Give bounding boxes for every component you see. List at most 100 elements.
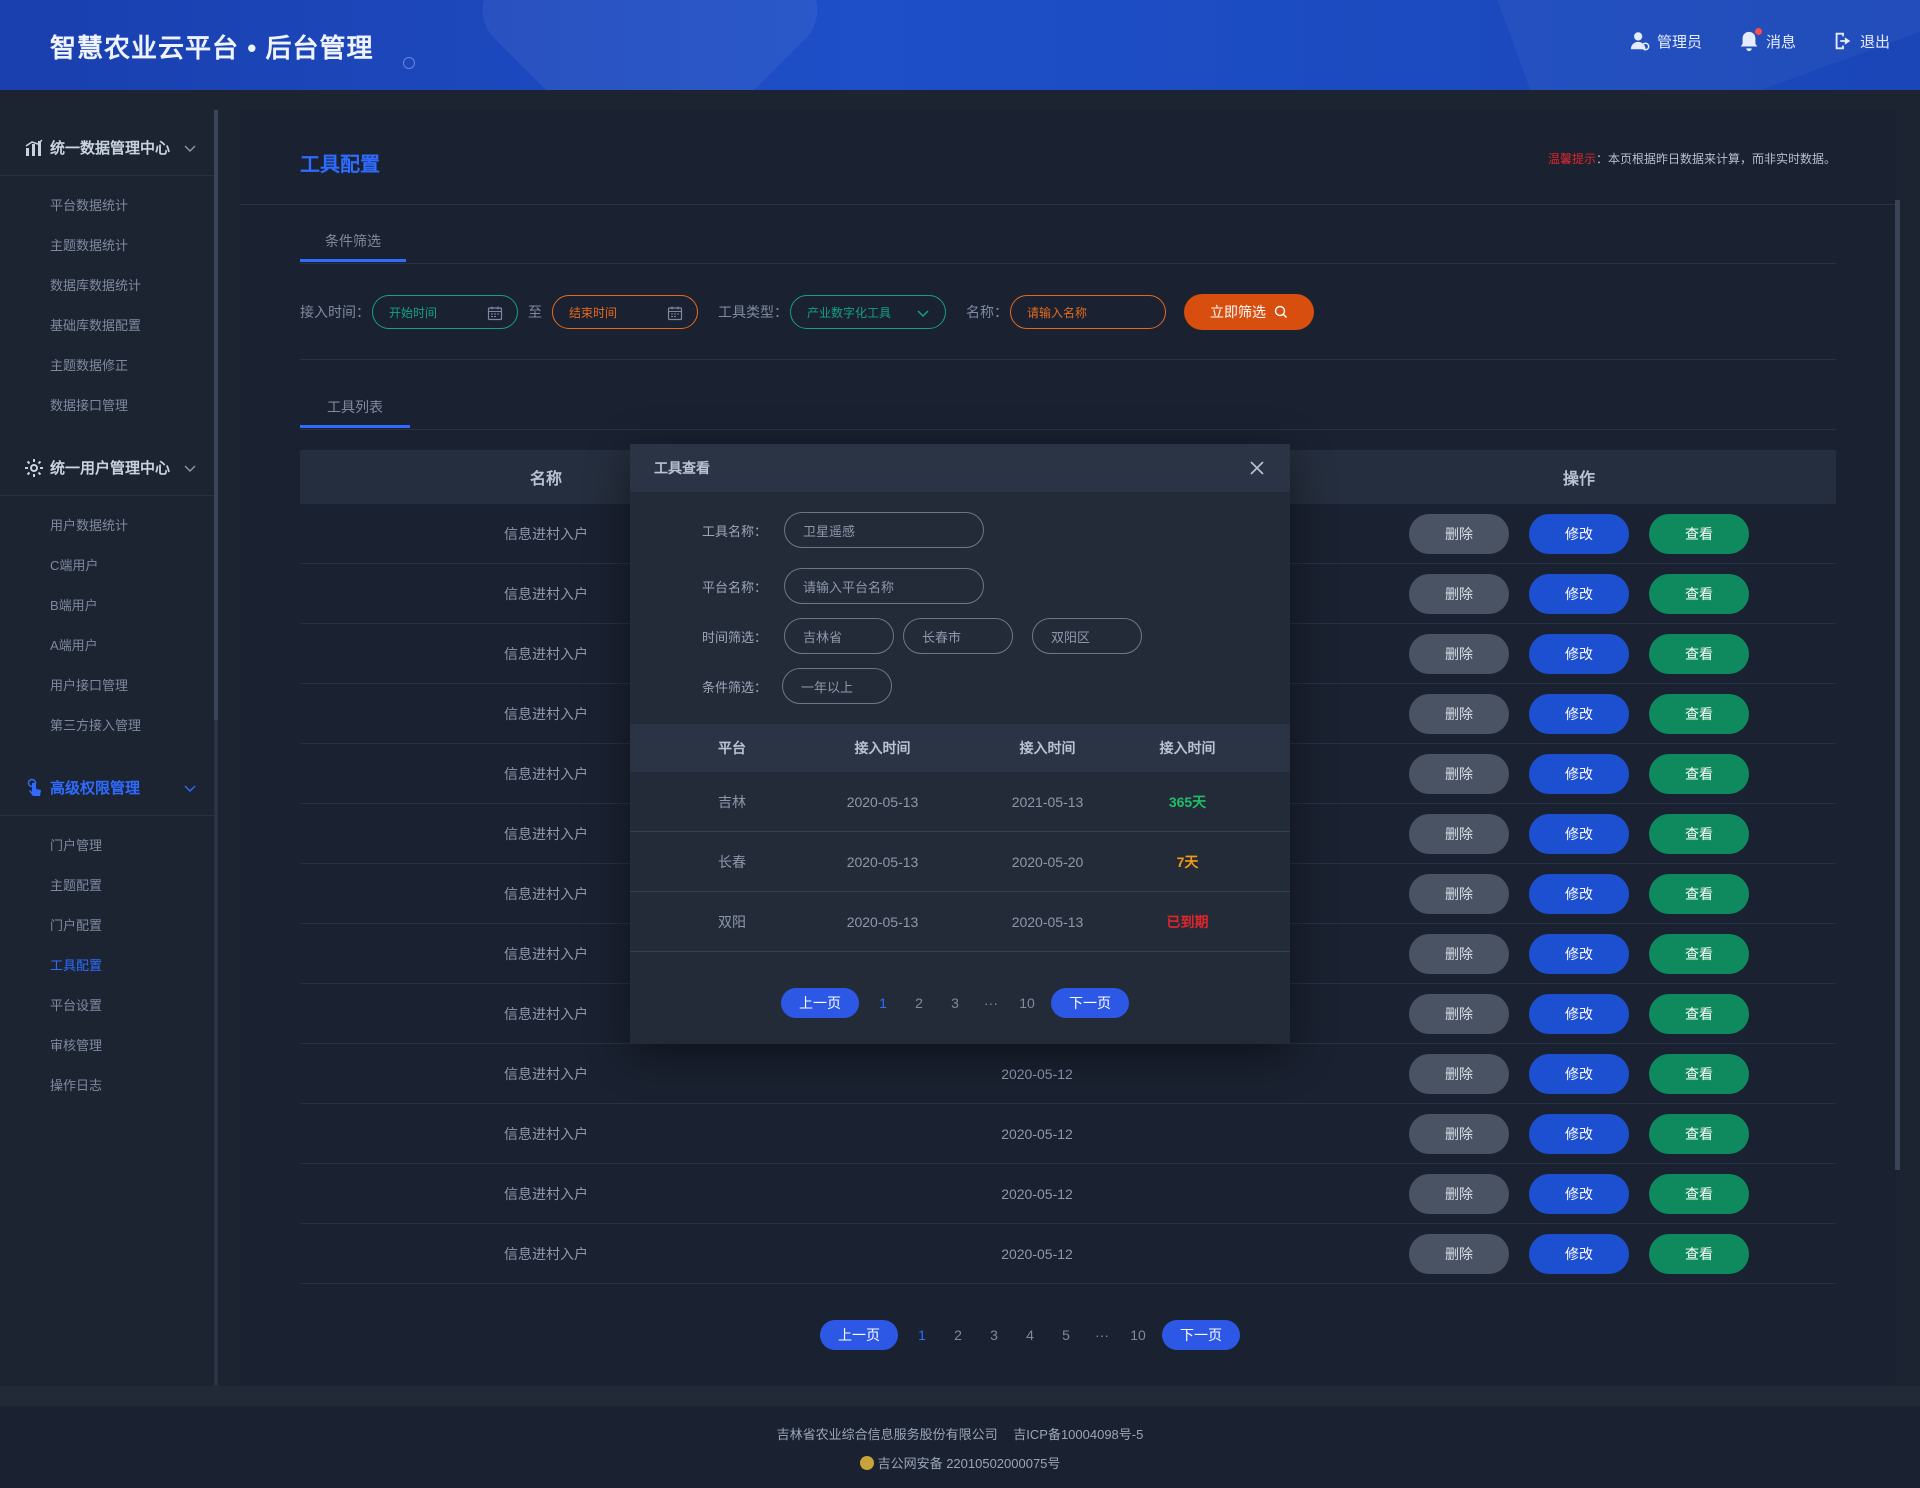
edit-button[interactable]: 修改	[1529, 573, 1629, 614]
view-button[interactable]: 查看	[1649, 1113, 1749, 1154]
tab-tool-list[interactable]: 工具列表	[300, 386, 410, 428]
district-select[interactable]: 双阳区	[1032, 618, 1142, 654]
delete-button[interactable]: 删除	[1409, 693, 1509, 734]
edit-button[interactable]: 修改	[1529, 1053, 1629, 1094]
edit-button[interactable]: 修改	[1529, 693, 1629, 734]
edit-button[interactable]: 修改	[1529, 513, 1629, 554]
logout-button[interactable]: 退出	[1832, 30, 1890, 52]
view-button[interactable]: 查看	[1649, 633, 1749, 674]
province-select[interactable]: 吉林省	[784, 618, 894, 654]
page-2[interactable]: 2	[940, 1327, 976, 1343]
type-label: 工具类型：	[718, 304, 788, 320]
view-button[interactable]: 查看	[1649, 1173, 1749, 1214]
row-actions: 删除 修改 查看	[1282, 1053, 1836, 1094]
view-button[interactable]: 查看	[1649, 813, 1749, 854]
modal-page-1[interactable]: 1	[865, 995, 901, 1011]
page-10[interactable]: 10	[1120, 1327, 1156, 1343]
sidebar-item-base-config[interactable]: 基础库数据配置	[0, 306, 216, 346]
footer-icp[interactable]: 吉ICP备10004098号-5	[1013, 1427, 1143, 1442]
delete-button[interactable]: 删除	[1409, 753, 1509, 794]
edit-button[interactable]: 修改	[1529, 633, 1629, 674]
tab-filter[interactable]: 条件筛选	[300, 220, 406, 262]
prev-page-button[interactable]: 上一页	[820, 1320, 898, 1350]
sidebar-item-theme-config[interactable]: 主题配置	[0, 866, 216, 906]
delete-button[interactable]: 删除	[1409, 933, 1509, 974]
edit-button[interactable]: 修改	[1529, 993, 1629, 1034]
modal-prev-page-button[interactable]: 上一页	[781, 988, 859, 1018]
menu-group-users-head[interactable]: 统一用户管理中心	[0, 440, 216, 496]
edit-button[interactable]: 修改	[1529, 813, 1629, 854]
cond-select[interactable]: 一年以上	[782, 668, 892, 704]
edit-button[interactable]: 修改	[1529, 1113, 1629, 1154]
view-button[interactable]: 查看	[1649, 933, 1749, 974]
delete-button[interactable]: 删除	[1409, 873, 1509, 914]
sidebar-item-theme-stats[interactable]: 主题数据统计	[0, 226, 216, 266]
modal-page-2[interactable]: 2	[901, 995, 937, 1011]
view-button[interactable]: 查看	[1649, 1053, 1749, 1094]
page-5[interactable]: 5	[1048, 1327, 1084, 1343]
edit-button[interactable]: 修改	[1529, 1173, 1629, 1214]
modal-next-page-button[interactable]: 下一页	[1051, 988, 1129, 1018]
modal-page-3[interactable]: 3	[937, 995, 973, 1011]
delete-button[interactable]: 删除	[1409, 993, 1509, 1034]
sidebar-item-b-users[interactable]: B端用户	[0, 586, 216, 626]
sidebar-item-platform-settings[interactable]: 平台设置	[0, 986, 216, 1026]
city-select[interactable]: 长春市	[903, 618, 1013, 654]
sidebar-item-db-stats[interactable]: 数据库数据统计	[0, 266, 216, 306]
sidebar-item-portal-config[interactable]: 门户配置	[0, 906, 216, 946]
messages-button[interactable]: 消息	[1738, 28, 1796, 52]
sidebar-item-tool-config[interactable]: 工具配置	[0, 946, 216, 986]
main-scrollbar[interactable]	[1895, 200, 1900, 1170]
edit-button[interactable]: 修改	[1529, 753, 1629, 794]
delete-button[interactable]: 删除	[1409, 633, 1509, 674]
sidebar-item-op-log[interactable]: 操作日志	[0, 1066, 216, 1106]
delete-button[interactable]: 删除	[1409, 1233, 1509, 1274]
close-icon[interactable]	[1248, 459, 1266, 477]
sidebar-item-data-api[interactable]: 数据接口管理	[0, 386, 216, 426]
sidebar-item-user-stats[interactable]: 用户数据统计	[0, 506, 216, 546]
delete-button[interactable]: 删除	[1409, 573, 1509, 614]
view-button[interactable]: 查看	[1649, 693, 1749, 734]
edit-button[interactable]: 修改	[1529, 873, 1629, 914]
view-button[interactable]: 查看	[1649, 1233, 1749, 1274]
sidebar-scrollbar[interactable]	[214, 110, 218, 1386]
delete-button[interactable]: 删除	[1409, 1053, 1509, 1094]
view-button[interactable]: 查看	[1649, 993, 1749, 1034]
start-time-input[interactable]: 开始时间	[372, 295, 518, 329]
view-button[interactable]: 查看	[1649, 573, 1749, 614]
edit-button[interactable]: 修改	[1529, 933, 1629, 974]
cell-status: 365天	[1168, 793, 1207, 810]
sidebar-item-a-users[interactable]: A端用户	[0, 626, 216, 666]
tool-name-input[interactable]: 卫星遥感	[784, 512, 984, 548]
view-button[interactable]: 查看	[1649, 753, 1749, 794]
type-select[interactable]: 产业数字化工具	[790, 295, 946, 329]
delete-button[interactable]: 删除	[1409, 513, 1509, 554]
menu-group-data-head[interactable]: 统一数据管理中心	[0, 120, 216, 176]
page-1[interactable]: 1	[904, 1327, 940, 1343]
view-button[interactable]: 查看	[1649, 513, 1749, 554]
sidebar-item-review[interactable]: 审核管理	[0, 1026, 216, 1066]
name-input[interactable]: 请输入名称	[1010, 295, 1166, 329]
end-time-input[interactable]: 结束时间	[552, 295, 698, 329]
delete-button[interactable]: 删除	[1409, 813, 1509, 854]
delete-button[interactable]: 删除	[1409, 1173, 1509, 1214]
page-3[interactable]: 3	[976, 1327, 1012, 1343]
menu-group-permissions-head[interactable]: 高级权限管理	[0, 760, 216, 816]
edit-button[interactable]: 修改	[1529, 1233, 1629, 1274]
platform-name-input[interactable]: 请输入平台名称	[784, 568, 984, 604]
messages-label: 消息	[1765, 33, 1796, 51]
sidebar-item-third-party[interactable]: 第三方接入管理	[0, 706, 216, 746]
page-4[interactable]: 4	[1012, 1327, 1048, 1343]
footer-police[interactable]: 吉公网安备 22010502000075号	[878, 1453, 1061, 1472]
view-button[interactable]: 查看	[1649, 873, 1749, 914]
sidebar-item-theme-fix[interactable]: 主题数据修正	[0, 346, 216, 386]
filter-button[interactable]: 立即筛选	[1184, 294, 1314, 330]
sidebar-item-portal-manage[interactable]: 门户管理	[0, 826, 216, 866]
sidebar-item-platform-stats[interactable]: 平台数据统计	[0, 186, 216, 226]
sidebar-item-user-api[interactable]: 用户接口管理	[0, 666, 216, 706]
admin-button[interactable]: 管理员	[1629, 30, 1702, 52]
next-page-button[interactable]: 下一页	[1162, 1320, 1240, 1350]
modal-page-10[interactable]: 10	[1009, 995, 1045, 1011]
delete-button[interactable]: 删除	[1409, 1113, 1509, 1154]
sidebar-item-c-users[interactable]: C端用户	[0, 546, 216, 586]
